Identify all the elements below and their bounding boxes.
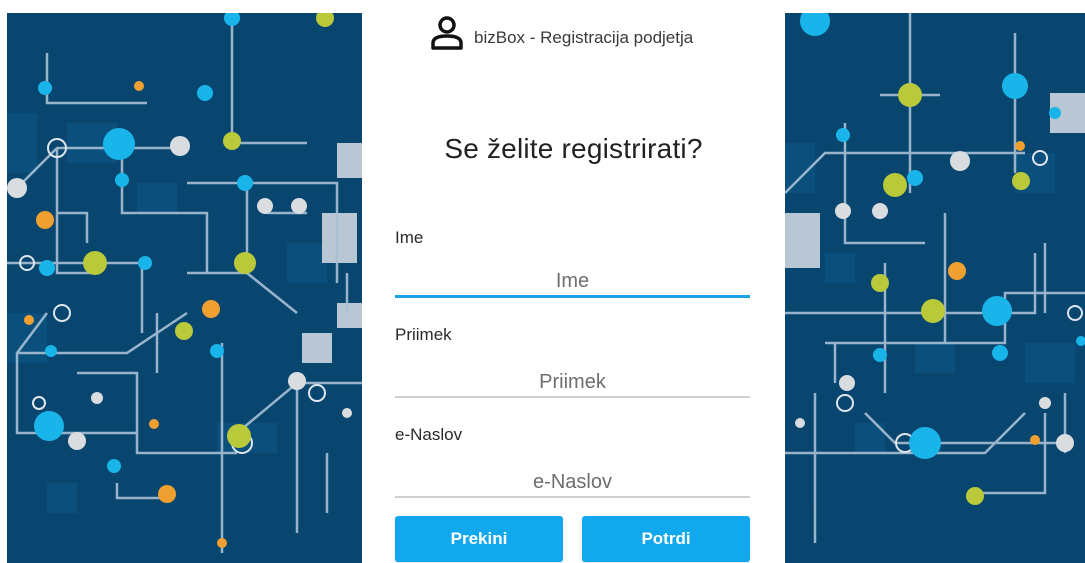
brand-header: bizBox - Registracija podjetja [430, 13, 693, 53]
first-name-input[interactable] [395, 268, 750, 298]
brand-title: bizBox - Registracija podjetja [474, 28, 694, 47]
confirm-button[interactable]: Potrdi [582, 516, 750, 562]
last-name-label: Priimek [395, 325, 452, 344]
user-icon [431, 16, 463, 50]
email-label: e-Naslov [395, 425, 463, 444]
cancel-button[interactable]: Prekini [395, 516, 563, 562]
registration-panel: bizBox - Registracija podjetja Se želite… [362, 0, 785, 563]
page-heading: Se želite registrirati? [444, 133, 703, 164]
first-name-label: Ime [395, 228, 424, 247]
last-name-input[interactable] [395, 368, 750, 398]
email-input[interactable] [395, 468, 750, 498]
circuit-art-right [785, 13, 1085, 563]
circuit-art-left [7, 13, 362, 563]
